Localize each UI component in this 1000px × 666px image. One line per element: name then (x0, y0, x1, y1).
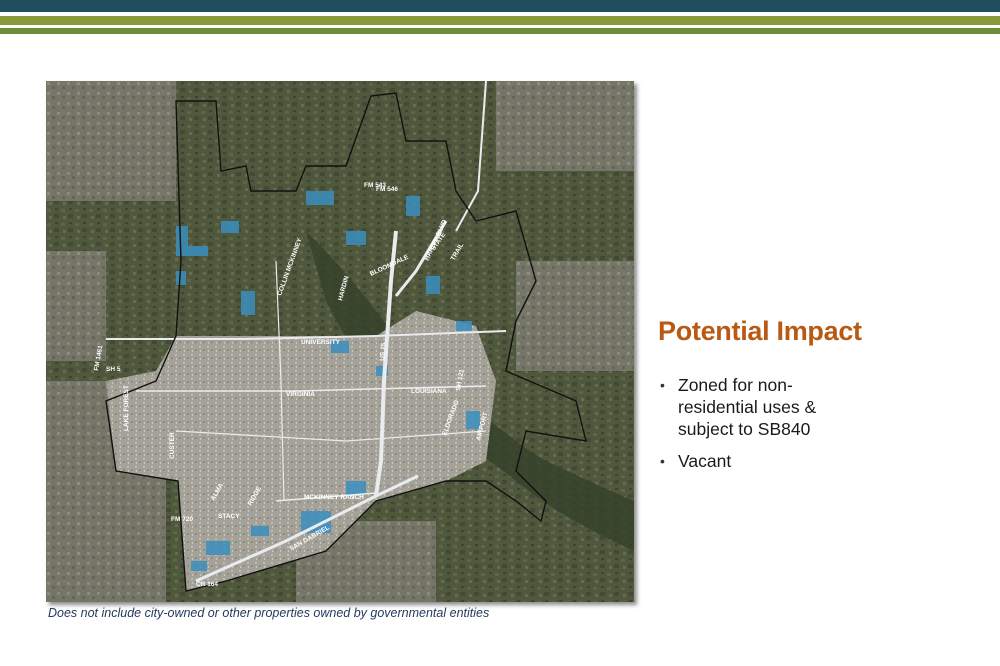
map-caption: Does not include city-owned or other pro… (48, 606, 490, 620)
header-band-green (0, 28, 1000, 34)
road-label: FM 720 (171, 516, 193, 523)
bullet-text: Vacant (678, 451, 732, 471)
bullet-text: Zoned for non-residential uses & subject… (678, 375, 817, 439)
road-label: LAKE FOREST (123, 385, 130, 431)
road-label: UNIVERSITY (301, 339, 341, 346)
road-label: LOUISIANA (411, 388, 447, 395)
bullet-dot-icon: • (660, 377, 665, 393)
aerial-map: FM 543UNIVERSITYVIRGINIA LOUISIANAMCKINNE… (46, 81, 634, 602)
header-band-dark (0, 0, 1000, 12)
road-label: VIRGINIA (286, 391, 315, 398)
header-band-olive (0, 16, 1000, 25)
impact-title: Potential Impact (658, 316, 862, 346)
road-label: FM 546 (376, 186, 398, 193)
bullet-item: • Vacant (660, 450, 860, 472)
road-label: CUSTER (169, 432, 176, 459)
road-label: SH 5 (106, 366, 121, 373)
road-label: MCKINNEY RANCH (304, 494, 364, 501)
bullet-dot-icon: • (660, 453, 665, 469)
map-image: FM 543 UNIVERSITY VIRGINIA LOUISIANA MCKINNE… (46, 81, 634, 602)
road-label: STACY (218, 513, 240, 520)
impact-bullets: • Zoned for non-residential uses & subjec… (660, 374, 860, 482)
road-label: CR 164 (196, 581, 218, 588)
bullet-item: • Zoned for non-residential uses & subjec… (660, 374, 860, 440)
